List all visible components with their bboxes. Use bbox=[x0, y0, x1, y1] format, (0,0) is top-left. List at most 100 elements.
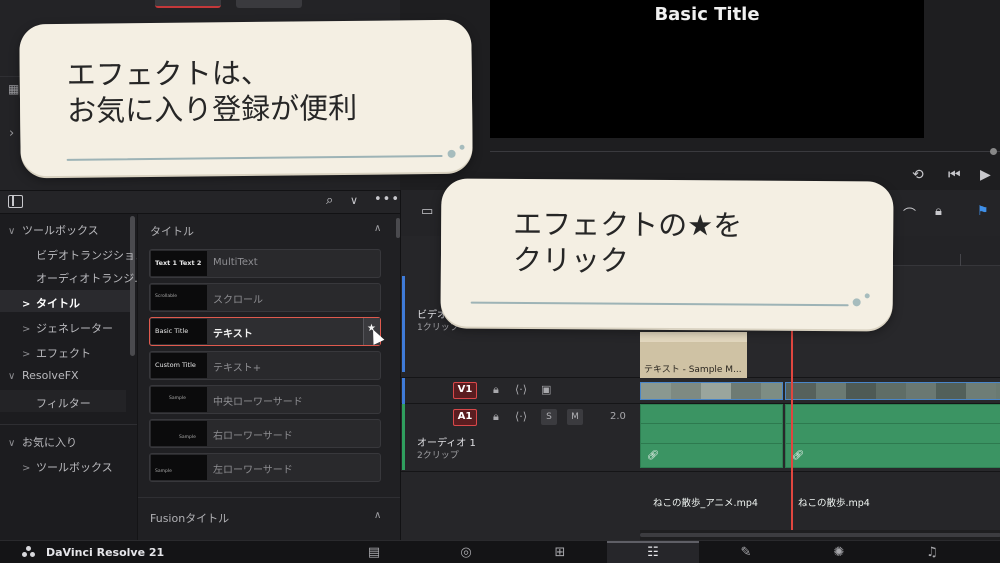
tree-item-effects[interactable]: > エフェクト bbox=[22, 345, 91, 361]
timeline-clip-title[interactable]: テキスト - Sample M... bbox=[640, 332, 747, 378]
lock-icon[interactable]: 🔒︎ bbox=[935, 204, 942, 219]
tree-scrollbar[interactable] bbox=[130, 216, 135, 356]
effect-item-lower-third-left[interactable]: Sample 左ローワーサード bbox=[149, 453, 381, 482]
clip-frame bbox=[641, 383, 671, 399]
effect-thumbnail: Sample bbox=[151, 421, 207, 446]
effect-item-scroll[interactable]: Scrollable スクロール bbox=[149, 283, 381, 312]
timeline-clip-video-2[interactable] bbox=[785, 382, 1000, 400]
timeline-clip-video-1[interactable] bbox=[640, 382, 783, 400]
video-enable-icon[interactable]: ▣ bbox=[541, 383, 551, 396]
chevron-up-icon[interactable]: ∧ bbox=[374, 510, 381, 521]
cut-icon[interactable]: ◎ bbox=[420, 541, 512, 563]
decorative-dot bbox=[852, 298, 861, 307]
media-icon[interactable]: ▤ bbox=[328, 541, 420, 563]
tree-item-filters[interactable]: フィルター bbox=[36, 395, 91, 411]
track-tag-v1[interactable]: V1 bbox=[453, 382, 477, 399]
tree-item-audio-transitions[interactable]: オーディオトランジ... bbox=[36, 270, 145, 286]
effect-thumbnail: Text 1 Text 2 bbox=[151, 251, 207, 276]
chevron-down-icon[interactable]: ∨ bbox=[350, 194, 358, 207]
effect-item-multitext[interactable]: Text 1 Text 2 MultiText bbox=[149, 249, 381, 278]
chevron-right-icon[interactable]: › bbox=[9, 126, 14, 141]
clip-frame bbox=[846, 383, 876, 399]
effect-item-lower-third-right[interactable]: Sample 右ローワーサード bbox=[149, 419, 381, 448]
track-color-stripe bbox=[402, 404, 405, 470]
clip-name: 🔗︎ ねこの散歩.mp4 bbox=[792, 450, 870, 509]
skip-back-icon[interactable]: ⏮ bbox=[948, 167, 961, 183]
effects-library-toolbar: ⌕ ∨ ••• bbox=[0, 190, 400, 214]
viewer-canvas[interactable]: Basic Title bbox=[490, 0, 924, 138]
track-color-stripe bbox=[402, 378, 405, 404]
timeline-clip-audio-1[interactable]: 🔗︎ ねこの散歩_アニメ.mp4 bbox=[640, 404, 783, 509]
clip-frame bbox=[876, 383, 906, 399]
tree-item-favorites[interactable]: ∨ お気に入り bbox=[8, 434, 77, 450]
track-header-video-1[interactable]: V1 🔒︎ ⟨·⟩ ▣ bbox=[401, 378, 640, 404]
tree-item-favorites-toolbox[interactable]: > ツールボックス bbox=[22, 459, 113, 475]
tree-item-titles[interactable]: > タイトル bbox=[22, 295, 80, 311]
flag-icon[interactable]: ⚑ bbox=[977, 204, 989, 219]
ruler-tick bbox=[960, 254, 961, 266]
scrollbar-thumb[interactable] bbox=[640, 533, 1000, 537]
clip-frame bbox=[701, 383, 731, 399]
lock-icon[interactable]: 🔒︎ bbox=[493, 410, 499, 424]
mute-button[interactable]: M bbox=[567, 409, 583, 425]
search-icon[interactable]: ⌕ bbox=[326, 193, 333, 208]
fusion-icon[interactable]: ☷ bbox=[607, 541, 699, 563]
viewer-title-text: Basic Title bbox=[654, 4, 760, 25]
tree-item-video-transitions[interactable]: ビデオトランジション bbox=[36, 247, 146, 263]
track-color-stripe bbox=[402, 276, 405, 372]
viewer-scrubber[interactable] bbox=[400, 142, 1000, 156]
audio-waveform bbox=[786, 443, 1000, 444]
decorative-stroke bbox=[66, 154, 443, 161]
fairlight-icon[interactable]: ✺ bbox=[793, 541, 885, 563]
tree-item-generators[interactable]: > ジェネレーター bbox=[22, 320, 113, 336]
effect-thumbnail: Scrollable bbox=[151, 285, 207, 310]
more-options-icon[interactable]: ••• bbox=[374, 192, 400, 207]
divider bbox=[0, 424, 137, 425]
effects-category-tree: ∨ ツールボックス ビデオトランジション オーディオトランジ... > タイトル >… bbox=[0, 214, 146, 540]
panel-toggle-icon[interactable] bbox=[8, 195, 23, 208]
effect-thumbnail: Sample bbox=[151, 387, 207, 412]
scrubber-track bbox=[490, 151, 1000, 152]
section-title-fusion: Fusionタイトル bbox=[150, 512, 230, 525]
chevron-right-icon: > bbox=[22, 349, 31, 360]
tree-item-toolbox[interactable]: ∨ ツールボックス bbox=[8, 222, 99, 238]
effect-item-text[interactable]: Basic Title テキスト ★ bbox=[149, 317, 381, 346]
chevron-up-icon[interactable]: ∧ bbox=[374, 223, 381, 234]
auto-select-icon[interactable]: ⟨·⟩ bbox=[515, 410, 527, 423]
chevron-down-icon: ∨ bbox=[8, 438, 16, 449]
decorative-stroke bbox=[470, 301, 849, 307]
solo-button[interactable]: S bbox=[541, 409, 557, 425]
callout-note-favorites: エフェクトは、 お気に入り登録が便利 bbox=[19, 19, 473, 177]
timeline-clip-audio-2[interactable]: 🔗︎ ねこの散歩.mp4 bbox=[785, 404, 1000, 509]
track-controls: V1 🔒︎ ⟨·⟩ ▣ bbox=[453, 381, 640, 401]
selection-tool-icon[interactable]: ▭ bbox=[421, 204, 433, 219]
effect-label: テキスト bbox=[213, 329, 253, 340]
track-tag-a1[interactable]: A1 bbox=[453, 409, 477, 426]
clip-frame bbox=[906, 383, 936, 399]
effect-label: 中央ローワーサード bbox=[213, 397, 303, 408]
lock-icon[interactable]: 🔒︎ bbox=[493, 383, 499, 397]
toolbar-button-active[interactable] bbox=[155, 0, 221, 8]
track-header-audio-1[interactable]: A1 🔒︎ ⟨·⟩ S M 2.0 オーディオ 1 2クリップ bbox=[401, 404, 640, 472]
auto-select-icon[interactable]: ⟨·⟩ bbox=[515, 383, 527, 396]
page-navigation-bar: DaVinci Resolve 21 ▤ ◎ ⊞ ☷ ✎ ✺ ♫ bbox=[0, 540, 1000, 563]
effect-item-lower-third-center[interactable]: Sample 中央ローワーサード bbox=[149, 385, 381, 414]
play-icon[interactable]: ▶ bbox=[980, 167, 991, 183]
color-icon[interactable]: ✎ bbox=[700, 541, 792, 563]
snap-icon[interactable]: ⌒ bbox=[903, 204, 916, 223]
effect-label: 左ローワーサード bbox=[213, 465, 293, 476]
clip-frame bbox=[671, 383, 701, 399]
loop-icon[interactable]: ⟲ bbox=[912, 167, 924, 183]
track-level: 2.0 bbox=[610, 411, 626, 422]
effect-item-text-plus[interactable]: Custom Title テキスト+ bbox=[149, 351, 381, 380]
edit-icon[interactable]: ⊞ bbox=[514, 541, 606, 563]
effect-label: 右ローワーサード bbox=[213, 431, 293, 442]
toolbar-button[interactable] bbox=[236, 0, 302, 8]
timeline-scrollbar[interactable] bbox=[640, 530, 1000, 540]
tree-item-resolvefx[interactable]: ∨ ResolveFX bbox=[8, 369, 79, 382]
davinci-logo-icon bbox=[22, 546, 36, 558]
deliver-icon[interactable]: ♫ bbox=[886, 541, 978, 563]
app-name: DaVinci Resolve 21 bbox=[46, 546, 165, 559]
audio-waveform bbox=[641, 443, 782, 444]
decorative-dot bbox=[447, 149, 456, 158]
